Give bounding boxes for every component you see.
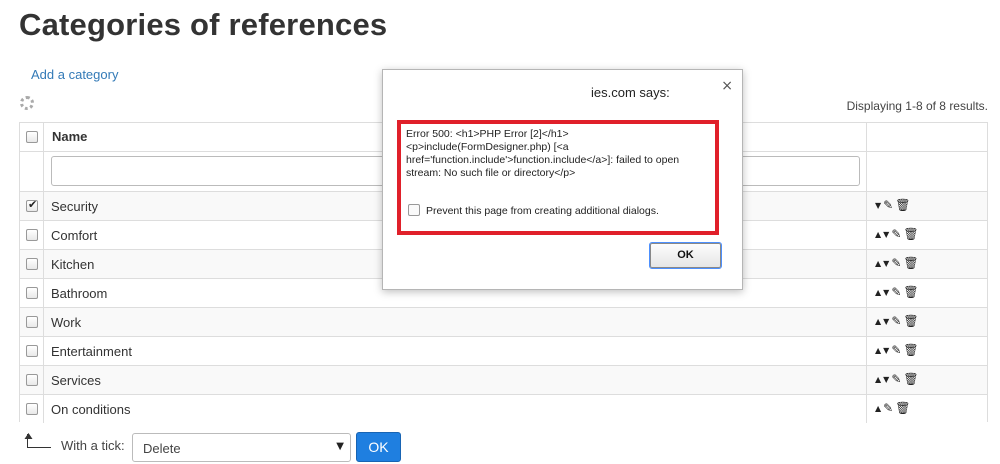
arrow-up-icon[interactable]: ▲: [875, 346, 881, 355]
alert-dialog: ies.com says: × Error 500: <h1>PHP Error…: [382, 69, 743, 290]
pencil-icon[interactable]: ✎: [883, 401, 893, 415]
row-checkbox[interactable]: [26, 198, 38, 212]
prevent-dialogs-checkbox[interactable]: [408, 204, 420, 216]
arrow-down-icon[interactable]: ▼: [883, 259, 889, 268]
row-name: Entertainment: [51, 344, 132, 359]
bulk-action-select[interactable]: Delete ▼: [132, 433, 351, 462]
row-actions: ▲ ▼ ✎ 🗑: [875, 343, 921, 357]
trash-icon[interactable]: 🗑: [903, 256, 918, 270]
page-title: Categories of references: [19, 7, 388, 42]
chevron-down-icon: ▼: [336, 441, 344, 452]
arrow-up-icon[interactable]: ▲: [875, 259, 881, 268]
row-checkbox[interactable]: [26, 229, 38, 241]
row-checkbox[interactable]: [26, 287, 38, 299]
row-checkbox[interactable]: [26, 258, 38, 270]
arrow-up-icon[interactable]: ▲: [875, 375, 881, 384]
row-checkbox[interactable]: [26, 374, 38, 386]
row-checkbox[interactable]: [26, 345, 38, 357]
row-actions: ▲ ▼ ✎ 🗑: [875, 314, 921, 328]
row-actions: ▲ ✎ 🗑: [875, 401, 912, 415]
arrow-up-icon[interactable]: ▲: [875, 230, 881, 239]
arrow-down-icon[interactable]: ▼: [883, 375, 889, 384]
results-summary: Displaying 1-8 of 8 results.: [846, 99, 988, 113]
dialog-ok-button[interactable]: OK: [649, 242, 722, 269]
close-icon[interactable]: ×: [721, 78, 733, 94]
arrow-down-icon[interactable]: ▼: [883, 317, 889, 326]
pencil-icon[interactable]: ✎: [891, 227, 901, 241]
table-row: Work ▲ ▼ ✎ 🗑: [20, 307, 987, 336]
select-all-checkbox[interactable]: [26, 131, 38, 143]
row-name: Bathroom: [51, 286, 108, 301]
row-actions: ▲ ▼ ✎ 🗑: [875, 256, 921, 270]
prevent-dialogs-option[interactable]: Prevent this page from creating addition…: [408, 204, 659, 217]
row-actions: ▼ ✎ 🗑: [875, 198, 912, 212]
trash-icon[interactable]: 🗑: [903, 343, 918, 357]
error-highlight-box: Error 500: <h1>PHP Error [2]</h1> <p>inc…: [397, 120, 719, 235]
dialog-message: Error 500: <h1>PHP Error [2]</h1> <p>inc…: [406, 128, 680, 179]
pencil-icon[interactable]: ✎: [891, 343, 901, 357]
loading-spinner-icon: [20, 96, 34, 110]
row-name: Work: [51, 315, 82, 330]
arrow-up-icon[interactable]: ▲: [875, 288, 881, 297]
bulk-action-label: With a tick:: [61, 438, 125, 453]
row-name: Comfort: [51, 228, 98, 243]
add-category-link[interactable]: Add a category: [31, 67, 118, 82]
row-actions: ▲ ▼ ✎ 🗑: [875, 227, 921, 241]
table-row: On conditions ▲ ✎ 🗑: [20, 394, 987, 423]
row-name: Security: [51, 199, 98, 214]
pencil-icon[interactable]: ✎: [891, 314, 901, 328]
prevent-dialogs-label: Prevent this page from creating addition…: [426, 205, 659, 217]
trash-icon[interactable]: 🗑: [895, 198, 910, 212]
pencil-icon[interactable]: ✎: [891, 285, 901, 299]
table-row: Services ▲ ▼ ✎ 🗑: [20, 365, 987, 394]
row-name: On conditions: [51, 402, 131, 417]
arrow-up-icon[interactable]: ▲: [875, 317, 881, 326]
dialog-title: ies.com says:: [591, 85, 670, 100]
trash-icon[interactable]: 🗑: [903, 227, 918, 241]
column-header-name[interactable]: Name: [52, 129, 87, 144]
pencil-icon[interactable]: ✎: [891, 372, 901, 386]
trash-icon[interactable]: 🗑: [895, 401, 910, 415]
row-name: Services: [51, 373, 101, 388]
bulk-action-selected: Delete: [143, 441, 181, 456]
arrow-down-icon[interactable]: ▼: [883, 346, 889, 355]
bulk-ok-button[interactable]: OK: [356, 432, 401, 462]
row-actions: ▲ ▼ ✎ 🗑: [875, 285, 921, 299]
pencil-icon[interactable]: ✎: [883, 198, 893, 212]
trash-icon[interactable]: 🗑: [903, 314, 918, 328]
table-row: Entertainment ▲ ▼ ✎ 🗑: [20, 336, 987, 365]
arrow-down-icon[interactable]: ▼: [883, 230, 889, 239]
arrow-up-icon[interactable]: ▲: [875, 404, 881, 413]
row-checkbox[interactable]: [26, 316, 38, 328]
trash-icon[interactable]: 🗑: [903, 285, 918, 299]
arrow-down-icon[interactable]: ▼: [875, 201, 881, 210]
row-actions: ▲ ▼ ✎ 🗑: [875, 372, 921, 386]
arrow-down-icon[interactable]: ▼: [883, 288, 889, 297]
trash-icon[interactable]: 🗑: [903, 372, 918, 386]
row-checkbox[interactable]: [26, 403, 38, 415]
bulk-arrow-icon: [27, 434, 51, 448]
row-name: Kitchen: [51, 257, 95, 272]
pencil-icon[interactable]: ✎: [891, 256, 901, 270]
